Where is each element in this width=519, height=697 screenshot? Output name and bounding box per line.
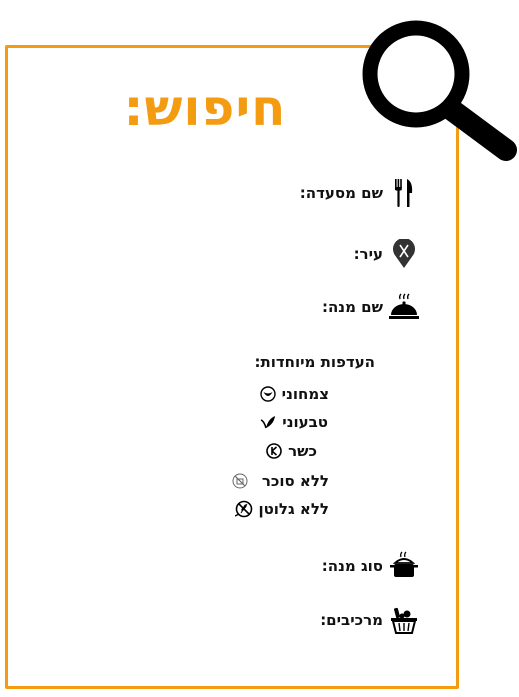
pref-gluten-free[interactable]: ללא גלוטן — [235, 499, 329, 519]
preferences-header: העדפות מיוחדות: — [254, 353, 375, 371]
city-field[interactable]: עיר: — [354, 239, 419, 269]
cooking-pot-icon — [389, 551, 419, 581]
city-label: עיר: — [353, 245, 383, 263]
no-sugar-icon — [231, 472, 249, 490]
restaurant-name-field[interactable]: שם מסעדה: — [300, 178, 419, 208]
pref-vegetarian[interactable]: צמחוני — [259, 384, 329, 404]
pref-kosher[interactable]: כשר — [265, 441, 317, 461]
map-pin-icon — [389, 239, 419, 269]
pref-label: ללא סוכר — [261, 472, 329, 490]
pref-label: טבעוני — [282, 413, 328, 431]
dish-name-label: שם מנה: — [322, 298, 383, 316]
pref-vegan[interactable]: טבעוני — [259, 412, 328, 432]
dish-type-label: סוג מנה: — [321, 557, 383, 575]
dish-type-field[interactable]: סוג מנה: — [322, 551, 419, 581]
restaurant-name-label: שם מסעדה: — [299, 184, 383, 202]
vegan-leaf-icon — [259, 413, 277, 431]
ingredients-field[interactable]: מרכיבים: — [320, 605, 419, 635]
pref-label: ללא גלוטן — [258, 500, 329, 518]
grocery-basket-icon — [389, 605, 419, 635]
vegetarian-icon — [259, 385, 277, 403]
pref-no-sugar[interactable]: ללא סוכר — [231, 471, 329, 491]
dish-name-field[interactable]: שם מנה: — [322, 292, 419, 322]
pref-label: כשר — [288, 442, 317, 460]
page-title: חיפוש: — [123, 79, 287, 137]
utensils-icon — [389, 178, 419, 208]
cloche-icon — [389, 292, 419, 322]
gluten-free-icon — [235, 500, 253, 518]
ingredients-label: מרכיבים: — [320, 611, 383, 629]
magnifier-icon — [362, 20, 517, 161]
pref-label: צמחוני — [281, 385, 329, 403]
kosher-icon — [265, 442, 283, 460]
